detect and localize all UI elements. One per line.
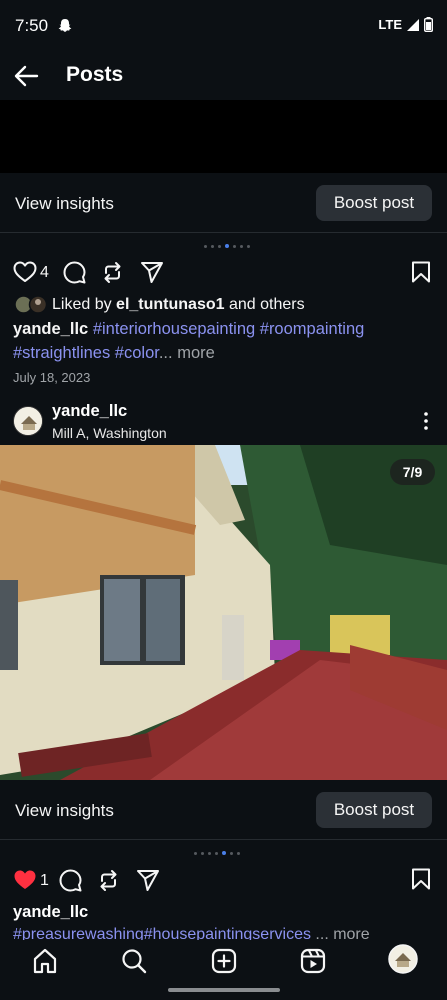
back-button[interactable] (13, 62, 41, 90)
save-button-2[interactable] (411, 868, 431, 890)
carousel-dot (218, 244, 221, 248)
carousel-dot (201, 851, 204, 855)
send-icon (137, 870, 159, 891)
heart-icon (13, 261, 37, 282)
nav-profile[interactable] (388, 944, 418, 974)
repost-button[interactable] (101, 261, 124, 284)
carousel-dot (204, 244, 207, 248)
nav-reels[interactable] (299, 947, 327, 975)
view-insights-link-2[interactable]: View insights (15, 801, 114, 821)
avatar[interactable] (13, 406, 43, 436)
heart-filled-icon (14, 870, 36, 889)
carousel-dot (233, 244, 236, 248)
divider (0, 232, 447, 233)
carousel-dot (237, 851, 240, 855)
share-button[interactable] (140, 261, 164, 284)
carousel-dots-2 (194, 851, 240, 855)
carousel-dot (215, 851, 218, 855)
post-media-previous[interactable] (0, 100, 447, 173)
caption-hashtags[interactable]: #interiorhousepainting #roompainting (93, 320, 365, 338)
profile-avatar (388, 944, 418, 974)
status-time: 7:50 (15, 16, 49, 35)
signal-icon (406, 18, 420, 32)
caption-more-link[interactable]: more (173, 344, 215, 362)
caption-username-2[interactable]: yande_llc (13, 903, 88, 922)
carousel-dot (208, 851, 211, 855)
caption-hashtags-line2[interactable]: #straightlines #color (13, 344, 159, 362)
create-icon (211, 948, 237, 974)
bookmark-icon (412, 261, 430, 283)
repost-icon (100, 870, 117, 891)
like-button-2[interactable] (13, 869, 37, 891)
save-button[interactable] (411, 261, 431, 283)
divider-2 (0, 839, 447, 840)
image-counter: 7/9 (390, 459, 435, 485)
post-caption-line2: #straightlines #color... more (13, 344, 215, 363)
post-photo[interactable] (0, 445, 447, 780)
carousel-dot (211, 244, 214, 248)
caption-username[interactable]: yande_llc (13, 320, 88, 338)
nav-search[interactable] (120, 947, 148, 975)
like-count[interactable]: 4 (40, 264, 49, 282)
nav-home[interactable] (31, 947, 59, 975)
caption-ellipsis: ... (158, 344, 173, 362)
reels-icon (300, 948, 326, 974)
like-count-2[interactable]: 1 (40, 872, 49, 890)
kebab-menu-icon (424, 412, 428, 430)
carousel-dot (194, 851, 197, 855)
like-button[interactable] (13, 261, 37, 283)
view-insights-link[interactable]: View insights (15, 194, 114, 214)
carousel-dot (225, 244, 229, 248)
post-username[interactable]: yande_llc (52, 402, 127, 421)
liked-by-user[interactable]: el_tuntunaso1 (116, 296, 224, 313)
boost-post-button[interactable]: Boost post (316, 185, 432, 221)
post-caption: yande_llc #interiorhousepainting #roompa… (13, 320, 364, 339)
comment-button[interactable] (63, 261, 86, 284)
carousel-dot (222, 851, 226, 855)
status-indicators: LTE (378, 17, 433, 32)
carousel-dot (230, 851, 233, 855)
liked-by-suffix: and others (224, 296, 305, 313)
share-button-2[interactable] (136, 869, 160, 892)
arrow-left-icon (14, 65, 39, 87)
carousel-dots (204, 244, 250, 248)
carousel-dot (240, 244, 243, 248)
repost-icon (104, 262, 121, 283)
liked-by-avatars (14, 295, 48, 314)
post-date: July 18, 2023 (13, 370, 91, 385)
snapchat-ghost-icon (58, 18, 72, 33)
carousel-dot (247, 244, 250, 248)
nav-create[interactable] (210, 947, 238, 975)
home-indicator[interactable] (168, 988, 280, 992)
repost-button-2[interactable] (97, 869, 120, 892)
home-icon (33, 948, 57, 974)
more-options-button[interactable] (418, 411, 434, 431)
network-label: LTE (378, 17, 402, 32)
page-title: Posts (66, 63, 124, 86)
comment-button-2[interactable] (59, 869, 82, 892)
liked-by-text[interactable]: Liked by el_tuntunaso1 and others (52, 296, 305, 314)
post-location[interactable]: Mill A, Washington (52, 425, 167, 441)
liked-by-prefix: Liked by (52, 296, 117, 313)
send-icon (141, 262, 163, 283)
search-icon (122, 949, 147, 974)
bookmark-icon (412, 868, 430, 890)
boost-post-button-2[interactable]: Boost post (316, 792, 432, 828)
comment-icon (59, 869, 82, 892)
battery-icon (424, 17, 433, 32)
comment-icon (63, 261, 86, 284)
